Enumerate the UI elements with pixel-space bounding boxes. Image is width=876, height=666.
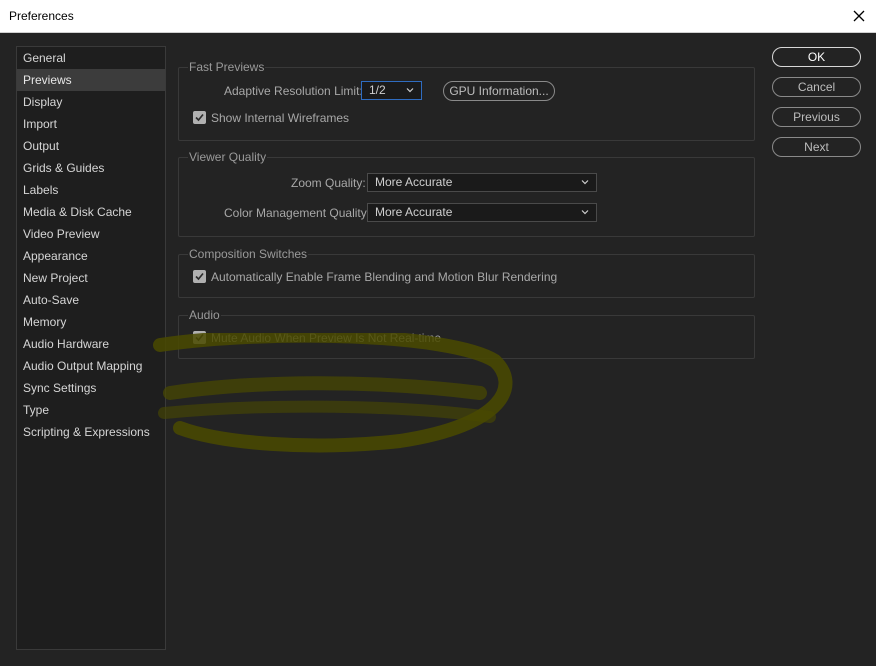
previous-button[interactable]: Previous: [772, 107, 861, 127]
sidebar-item-appearance[interactable]: Appearance: [17, 245, 165, 267]
preferences-category-list[interactable]: General Previews Display Import Output G…: [16, 46, 166, 650]
sidebar-item-audio-output-mapping[interactable]: Audio Output Mapping: [17, 355, 165, 377]
chevron-down-icon: [406, 88, 414, 93]
preferences-dialog: General Previews Display Import Output G…: [0, 33, 876, 666]
zoom-quality-select[interactable]: More Accurate: [367, 173, 597, 192]
sidebar-item-previews[interactable]: Previews: [17, 69, 165, 91]
audio-legend: Audio: [188, 308, 221, 322]
close-button[interactable]: [848, 5, 870, 27]
sidebar-item-display[interactable]: Display: [17, 91, 165, 113]
sidebar-item-audio-hardware[interactable]: Audio Hardware: [17, 333, 165, 355]
adaptive-resolution-select[interactable]: 1/2: [361, 81, 422, 100]
chevron-down-icon: [581, 210, 589, 215]
window-title: Preferences: [9, 9, 74, 23]
frame-blending-label: Automatically Enable Frame Blending and …: [211, 270, 558, 284]
mute-audio-label: Mute Audio When Preview Is Not Real-time: [211, 331, 442, 345]
sidebar-item-type[interactable]: Type: [17, 399, 165, 421]
sidebar-item-import[interactable]: Import: [17, 113, 165, 135]
cancel-button[interactable]: Cancel: [772, 77, 861, 97]
gpu-information-button[interactable]: GPU Information...: [443, 81, 555, 101]
composition-switches-group: Composition Switches Automatically Enabl…: [178, 247, 755, 298]
checkmark-icon: [195, 113, 204, 122]
sidebar-item-sync-settings[interactable]: Sync Settings: [17, 377, 165, 399]
sidebar-item-auto-save[interactable]: Auto-Save: [17, 289, 165, 311]
sidebar-item-memory[interactable]: Memory: [17, 311, 165, 333]
zoom-quality-label: Zoom Quality:: [291, 176, 366, 190]
fast-previews-legend: Fast Previews: [188, 60, 266, 74]
sidebar-item-video-preview[interactable]: Video Preview: [17, 223, 165, 245]
close-icon: [853, 10, 865, 22]
adaptive-resolution-value: 1/2: [369, 83, 386, 97]
audio-group: Audio Mute Audio When Preview Is Not Rea…: [178, 308, 755, 359]
color-management-quality-label: Color Management Quality:: [224, 206, 371, 220]
checkmark-icon: [195, 333, 204, 342]
mute-audio-checkbox[interactable]: [193, 331, 206, 344]
sidebar-item-grids-guides[interactable]: Grids & Guides: [17, 157, 165, 179]
frame-blending-checkbox[interactable]: [193, 270, 206, 283]
sidebar-item-general[interactable]: General: [17, 47, 165, 69]
sidebar-item-media-disk-cache[interactable]: Media & Disk Cache: [17, 201, 165, 223]
sidebar-item-new-project[interactable]: New Project: [17, 267, 165, 289]
next-button[interactable]: Next: [772, 137, 861, 157]
viewer-quality-group: Viewer Quality Zoom Quality: More Accura…: [178, 150, 755, 237]
sidebar-item-scripting-expressions[interactable]: Scripting & Expressions: [17, 421, 165, 443]
color-management-quality-value: More Accurate: [375, 205, 453, 219]
color-management-quality-select[interactable]: More Accurate: [367, 203, 597, 222]
sidebar-item-labels[interactable]: Labels: [17, 179, 165, 201]
adaptive-resolution-label: Adaptive Resolution Limit:: [224, 84, 363, 98]
chevron-down-icon: [581, 180, 589, 185]
zoom-quality-value: More Accurate: [375, 175, 453, 189]
show-wireframes-label: Show Internal Wireframes: [211, 111, 350, 125]
fast-previews-group: Fast Previews Adaptive Resolution Limit:…: [178, 60, 755, 141]
viewer-quality-legend: Viewer Quality: [188, 150, 268, 164]
ok-button[interactable]: OK: [772, 47, 861, 67]
sidebar-item-output[interactable]: Output: [17, 135, 165, 157]
checkmark-icon: [195, 272, 204, 281]
title-bar: Preferences: [0, 0, 876, 33]
composition-switches-legend: Composition Switches: [188, 247, 309, 261]
show-wireframes-checkbox[interactable]: [193, 111, 206, 124]
